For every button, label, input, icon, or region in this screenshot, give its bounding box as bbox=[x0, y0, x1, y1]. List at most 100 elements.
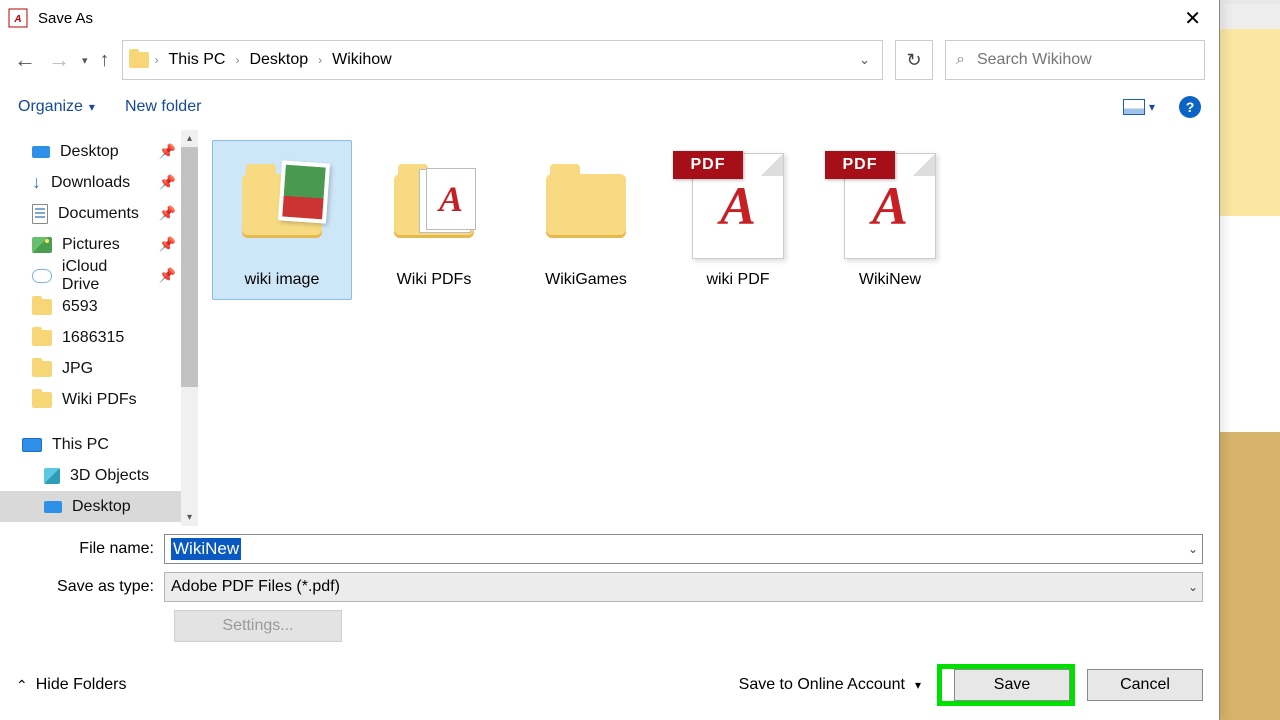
search-icon: ⌕ bbox=[956, 51, 965, 69]
breadcrumb-root[interactable]: This PC bbox=[165, 49, 230, 71]
monitor-sm-icon bbox=[44, 501, 62, 513]
cloud-icon bbox=[32, 269, 52, 283]
monitor-icon bbox=[22, 438, 42, 452]
folder-tree: Desktop 📌 ↓Downloads📌 Documents 📌 Pictures📌iC… bbox=[0, 130, 198, 526]
view-mode-button[interactable]: ▾ bbox=[1123, 99, 1155, 115]
tree-item-3d-objects[interactable]: 3D Objects bbox=[0, 460, 198, 491]
svg-text:A: A bbox=[13, 14, 21, 25]
folder-icon bbox=[32, 392, 52, 408]
refresh-button[interactable]: ↻ bbox=[895, 40, 933, 80]
organize-button[interactable]: Organize ▾ bbox=[18, 98, 95, 116]
pdf-badge: PDF bbox=[825, 151, 895, 179]
hide-folders-button[interactable]: ⌃ Hide Folders bbox=[16, 676, 126, 694]
chevron-down-icon: ▾ bbox=[89, 100, 95, 114]
back-icon[interactable]: ← bbox=[14, 47, 36, 73]
pdf-app-icon: A bbox=[8, 8, 28, 28]
up-icon[interactable]: ↑ bbox=[100, 49, 110, 72]
folder-icon bbox=[242, 174, 322, 238]
tree-item-downloads[interactable]: ↓Downloads📌 bbox=[0, 167, 198, 198]
filename-input[interactable]: WikiNew ⌄ bbox=[164, 534, 1203, 564]
tree-item-label: 6593 bbox=[62, 298, 98, 316]
tree-item-label: 1686315 bbox=[62, 329, 124, 347]
forward-icon: → bbox=[48, 47, 70, 73]
dialog-title: Save As bbox=[38, 10, 1174, 27]
tree-item-documents[interactable]: Documents 📌 bbox=[0, 198, 198, 229]
chevron-down-icon[interactable]: ⌄ bbox=[1188, 542, 1198, 556]
form-area: File name: WikiNew ⌄ Save as type: Adobe… bbox=[0, 526, 1219, 656]
filename-value: WikiNew bbox=[171, 538, 241, 560]
settings-button: Settings... bbox=[174, 610, 342, 642]
chevron-down-icon[interactable]: ⌄ bbox=[1188, 580, 1198, 594]
tree-item-pictures[interactable]: Pictures📌 bbox=[0, 229, 198, 260]
file-item-label: WikiNew bbox=[823, 271, 957, 289]
folder-icon: A bbox=[394, 174, 474, 238]
view-icon bbox=[1123, 99, 1145, 115]
breadcrumb-dropdown-icon[interactable]: ⌄ bbox=[853, 52, 876, 68]
folder-icon bbox=[32, 330, 52, 346]
file-item-wiki-pdf[interactable]: APDFwiki PDF bbox=[668, 140, 808, 300]
scroll-up-icon[interactable]: ▴ bbox=[181, 130, 198, 147]
download-icon: ↓ bbox=[32, 175, 41, 191]
tree-scrollbar[interactable]: ▴ ▾ bbox=[181, 130, 198, 526]
folder-icon bbox=[129, 52, 149, 68]
tree-item-label: Wiki PDFs bbox=[62, 391, 137, 409]
tree-item-icloud-drive[interactable]: iCloud Drive📌 bbox=[0, 260, 198, 291]
tree-item-6593[interactable]: 6593 bbox=[0, 291, 198, 322]
footer: ⌃ Hide Folders Save to Online Account ▾ … bbox=[0, 656, 1219, 720]
chevron-up-icon: ⌃ bbox=[16, 677, 28, 694]
cube-icon bbox=[44, 468, 60, 484]
tree-item-label: Desktop bbox=[60, 143, 119, 161]
tree-item-label: JPG bbox=[62, 360, 93, 378]
tree-item-this-pc[interactable]: This PC bbox=[0, 429, 198, 460]
pdf-badge: PDF bbox=[673, 151, 743, 179]
file-item-wiki-pdfs[interactable]: A Wiki PDFs bbox=[364, 140, 504, 300]
tree-item-jpg[interactable]: JPG bbox=[0, 353, 198, 384]
file-item-wikinew[interactable]: APDFWikiNew bbox=[820, 140, 960, 300]
nav-row: ← → ▾ ↑ › This PC › Desktop › Wikihow ⌄ … bbox=[0, 36, 1219, 84]
breadcrumb-bar[interactable]: › This PC › Desktop › Wikihow ⌄ bbox=[122, 40, 883, 80]
monitor-sm-icon bbox=[32, 146, 50, 158]
cancel-button[interactable]: Cancel bbox=[1087, 669, 1203, 701]
folder-icon bbox=[32, 299, 52, 315]
search-input[interactable] bbox=[975, 50, 1194, 70]
hide-folders-label: Hide Folders bbox=[36, 676, 127, 694]
file-view[interactable]: wiki image A Wiki PDFs WikiGamesAPDFwiki PD… bbox=[198, 130, 1219, 526]
tree-item-label: Documents bbox=[58, 205, 139, 223]
history-dropdown-icon[interactable]: ▾ bbox=[82, 54, 88, 67]
new-folder-label: New folder bbox=[125, 98, 201, 116]
file-item-wikigames[interactable]: WikiGames bbox=[516, 140, 656, 300]
pin-icon: 📌 bbox=[159, 143, 176, 160]
save-button[interactable]: Save bbox=[954, 669, 1070, 701]
scroll-thumb[interactable] bbox=[181, 147, 198, 387]
middle-pane: Desktop 📌 ↓Downloads📌 Documents 📌 Pictures📌iC… bbox=[0, 130, 1219, 526]
tree-item-desktop[interactable]: Desktop bbox=[0, 491, 198, 522]
close-icon[interactable]: ✕ bbox=[1174, 4, 1211, 33]
new-folder-button[interactable]: New folder bbox=[125, 98, 201, 116]
tree-item-documents[interactable]: Documents bbox=[0, 522, 198, 526]
tree-item-desktop[interactable]: Desktop 📌 bbox=[0, 136, 198, 167]
breadcrumb-mid[interactable]: Desktop bbox=[245, 49, 312, 71]
breadcrumb-leaf[interactable]: Wikihow bbox=[328, 49, 396, 71]
file-item-wiki-image[interactable]: wiki image bbox=[212, 140, 352, 300]
scroll-down-icon[interactable]: ▾ bbox=[181, 509, 198, 526]
tree-item-label: Desktop bbox=[72, 498, 131, 516]
chevron-down-icon: ▾ bbox=[1149, 100, 1155, 114]
pdf-icon: APDF bbox=[683, 151, 793, 261]
filename-row: File name: WikiNew ⌄ bbox=[16, 534, 1203, 564]
file-item-label: Wiki PDFs bbox=[367, 271, 501, 289]
doc-icon bbox=[32, 204, 48, 224]
pin-icon: 📌 bbox=[159, 205, 176, 222]
save-highlight: Save bbox=[937, 664, 1075, 706]
chevron-down-icon: ▾ bbox=[915, 678, 921, 692]
filename-label: File name: bbox=[16, 540, 164, 558]
tree-item-1686315[interactable]: 1686315 bbox=[0, 322, 198, 353]
tree-item-wiki-pdfs[interactable]: Wiki PDFs bbox=[0, 384, 198, 415]
pic-icon bbox=[32, 237, 52, 253]
savetype-value: Adobe PDF Files (*.pdf) bbox=[171, 578, 340, 596]
save-online-button[interactable]: Save to Online Account ▾ bbox=[739, 676, 921, 694]
search-box[interactable]: ⌕ bbox=[945, 40, 1205, 80]
help-button[interactable]: ? bbox=[1179, 96, 1201, 118]
save-online-label: Save to Online Account bbox=[739, 676, 905, 694]
savetype-select[interactable]: Adobe PDF Files (*.pdf) ⌄ bbox=[164, 572, 1203, 602]
tree-item-label: 3D Objects bbox=[70, 467, 149, 485]
